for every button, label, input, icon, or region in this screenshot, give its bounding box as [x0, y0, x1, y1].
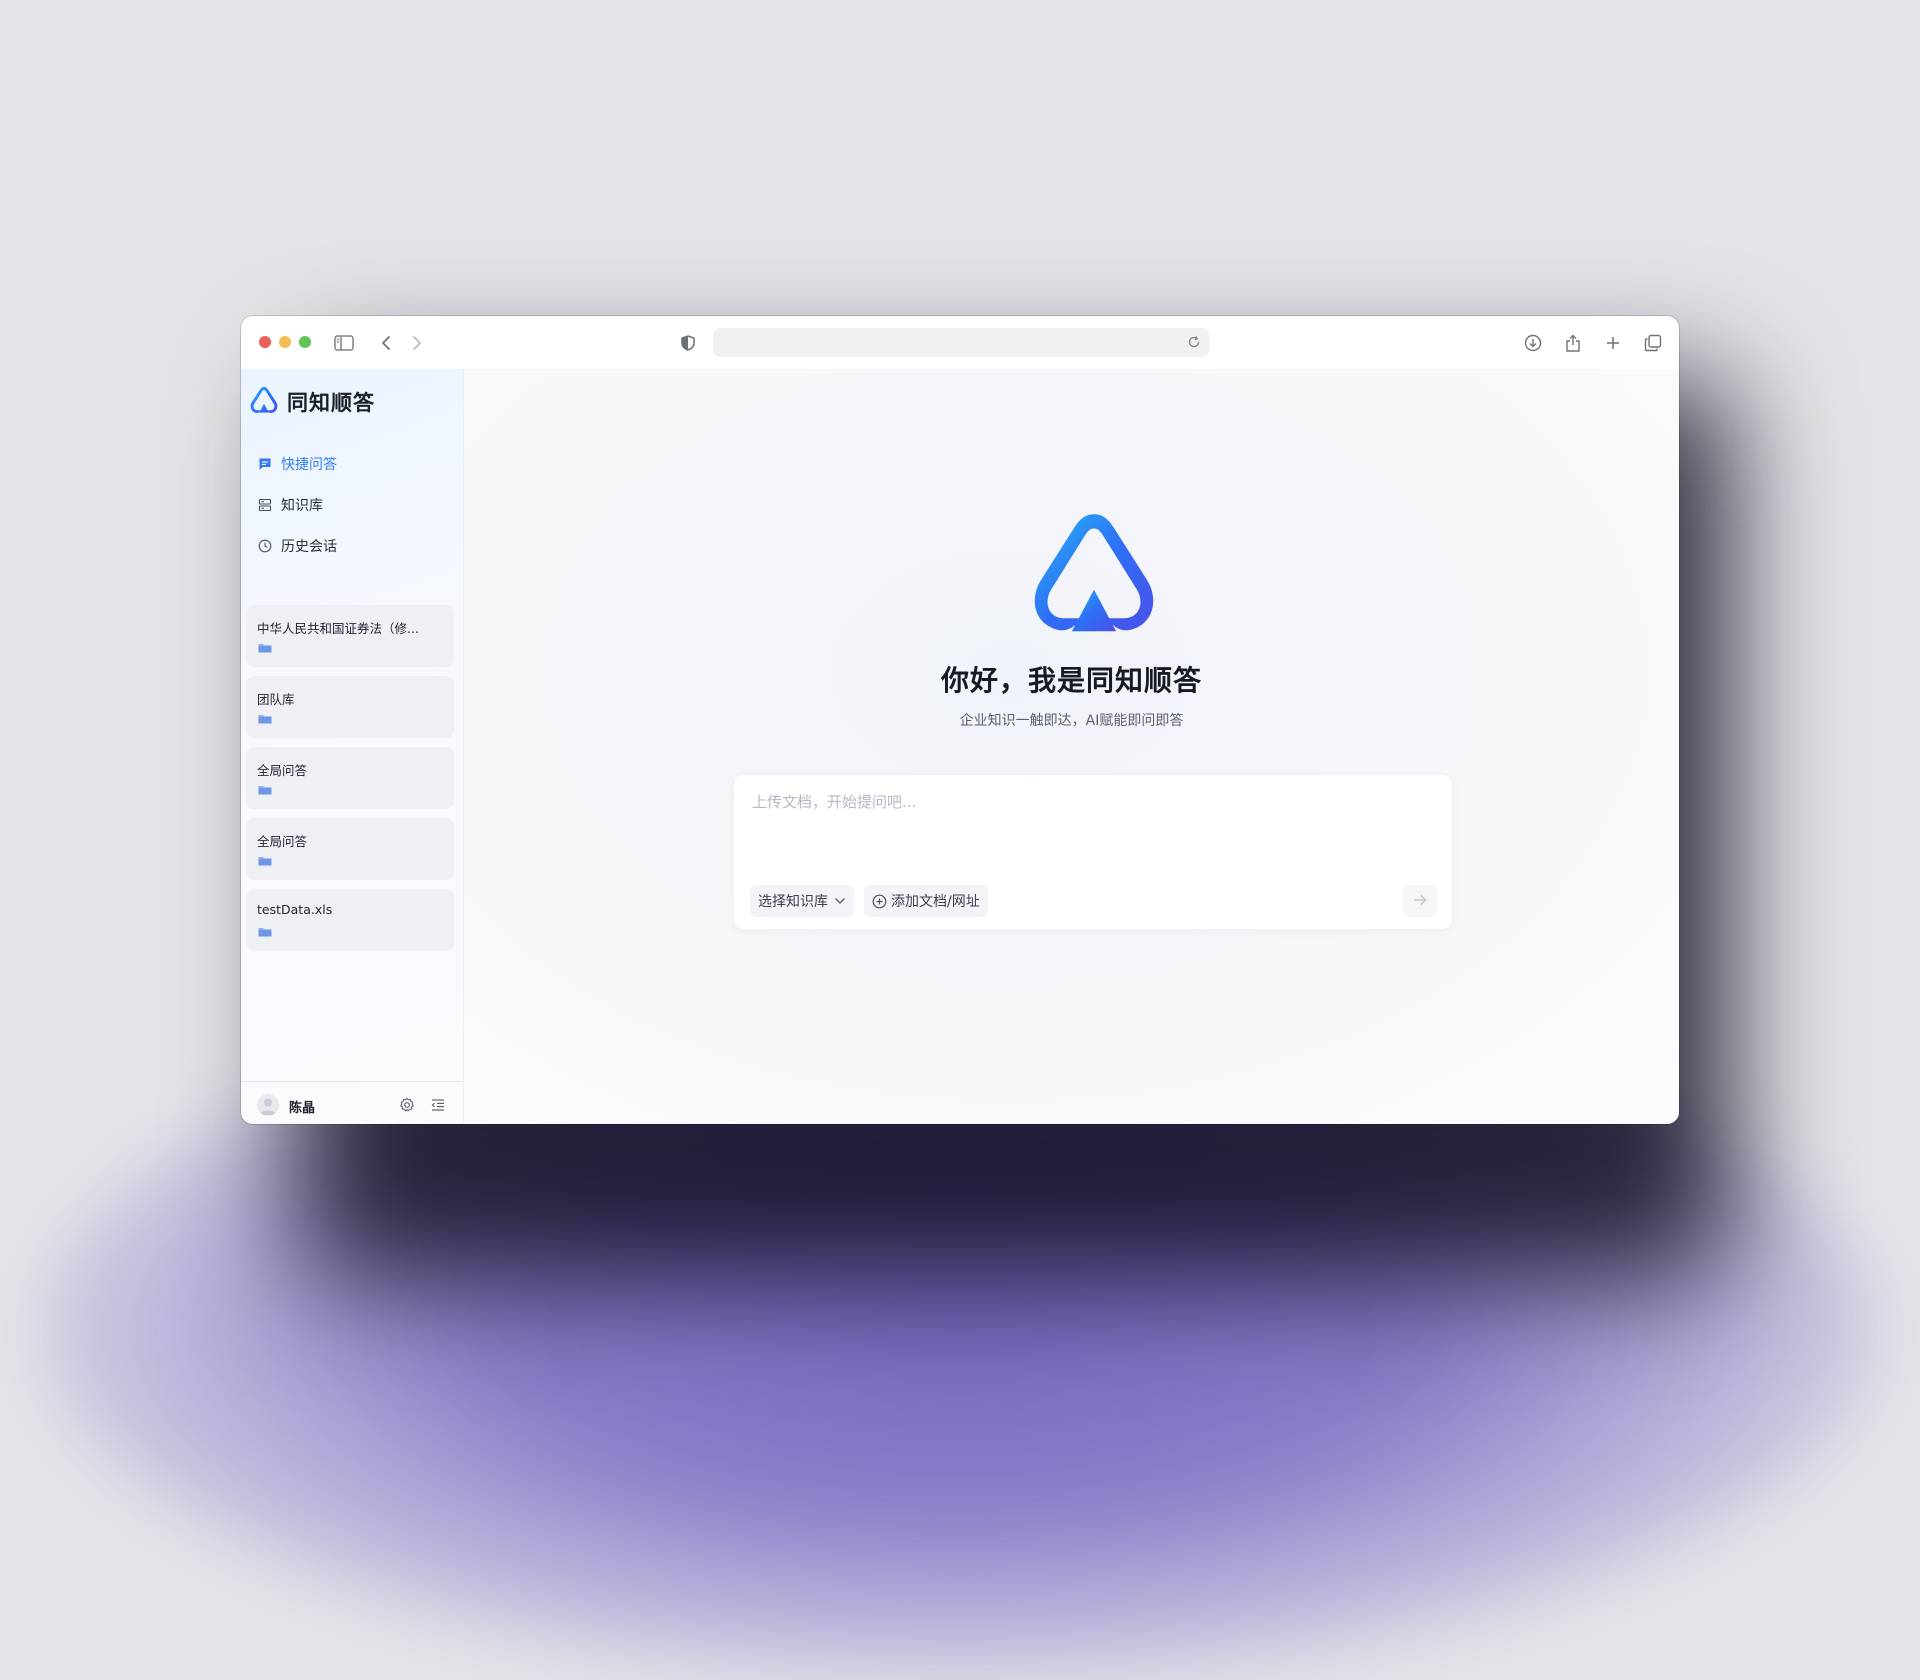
share-icon[interactable] [1560, 330, 1586, 356]
nav-label: 历史会话 [281, 539, 337, 555]
session-title: testData.xls [257, 902, 333, 917]
new-tab-icon[interactable] [1600, 330, 1626, 356]
nav-label: 快捷问答 [281, 457, 337, 473]
nav-quick-qa[interactable]: 快捷问答 [257, 452, 337, 476]
nav-label: 知识库 [281, 498, 323, 514]
sidebar: 同知顺答 快捷问答 知识库 历史会话 中华人民共和国证券法（修... 团队库 全… [241, 369, 464, 1124]
browser-toolbar [241, 316, 1679, 369]
chat-icon [257, 456, 273, 472]
add-document-button[interactable]: 添加文档/网址 [864, 885, 988, 917]
nav-history[interactable]: 历史会话 [257, 534, 337, 558]
session-card[interactable]: 全局问答 [246, 747, 454, 809]
minimize-window-button[interactable] [279, 336, 291, 348]
chat-input-box: 选择知识库 添加文档/网址 [734, 775, 1452, 929]
session-card[interactable]: 中华人民共和国证券法（修... [246, 605, 454, 667]
address-bar[interactable] [713, 328, 1209, 357]
database-icon [257, 497, 273, 513]
folder-icon [258, 786, 272, 795]
session-card[interactable]: 全局问答 [246, 818, 454, 880]
session-title: 中华人民共和国证券法（修... [257, 621, 419, 636]
avatar[interactable] [257, 1094, 279, 1116]
question-input[interactable] [750, 789, 1434, 853]
main-content: 你好，我是同知顺答 企业知识一触即达，AI赋能即问即答 选择知识库 添加文档/网… [464, 369, 1679, 1124]
app-logo-icon [249, 385, 279, 419]
session-card[interactable]: 团队库 [246, 676, 454, 738]
privacy-shield-icon[interactable] [675, 330, 701, 356]
folder-icon [258, 928, 272, 937]
tab-overview-icon[interactable] [1640, 330, 1666, 356]
clock-icon [257, 538, 273, 554]
folder-icon [258, 857, 272, 866]
brand[interactable]: 同知顺答 [249, 385, 375, 419]
send-button[interactable] [1403, 885, 1437, 917]
add-circle-icon [872, 894, 887, 909]
collapse-sidebar-icon[interactable] [429, 1096, 447, 1114]
session-title: 全局问答 [257, 834, 308, 849]
app-title: 同知顺答 [287, 391, 375, 415]
reload-icon[interactable] [1187, 335, 1201, 349]
back-icon[interactable] [373, 330, 399, 356]
greeting-subtitle: 企业知识一触即达，AI赋能即问即答 [959, 713, 1184, 729]
browser-window: 同知顺答 快捷问答 知识库 历史会话 中华人民共和国证券法（修... 团队库 全… [241, 316, 1679, 1124]
user-bar: 陈晶 [241, 1081, 463, 1124]
session-title: 全局问答 [257, 763, 308, 778]
select-kb-label: 选择知识库 [758, 894, 828, 910]
maximize-window-button[interactable] [299, 336, 311, 348]
session-title: 团队库 [257, 692, 295, 707]
user-name: 陈晶 [289, 1101, 316, 1116]
nav-knowledge-base[interactable]: 知识库 [257, 493, 323, 517]
send-arrow-icon [1412, 892, 1428, 911]
close-window-button[interactable] [259, 336, 271, 348]
forward-icon[interactable] [404, 330, 430, 356]
session-card[interactable]: testData.xls [246, 889, 454, 951]
select-knowledge-base-dropdown[interactable]: 选择知识库 [750, 885, 854, 917]
folder-icon [258, 715, 272, 724]
greeting-title: 你好，我是同知顺答 [940, 664, 1202, 697]
chevron-down-icon [834, 897, 846, 905]
sidebar-toggle-icon[interactable] [331, 330, 357, 356]
gear-icon[interactable] [398, 1096, 416, 1114]
folder-icon [258, 644, 272, 653]
hero-logo-icon [1029, 509, 1159, 639]
download-icon[interactable] [1520, 330, 1546, 356]
add-document-label: 添加文档/网址 [891, 894, 980, 910]
